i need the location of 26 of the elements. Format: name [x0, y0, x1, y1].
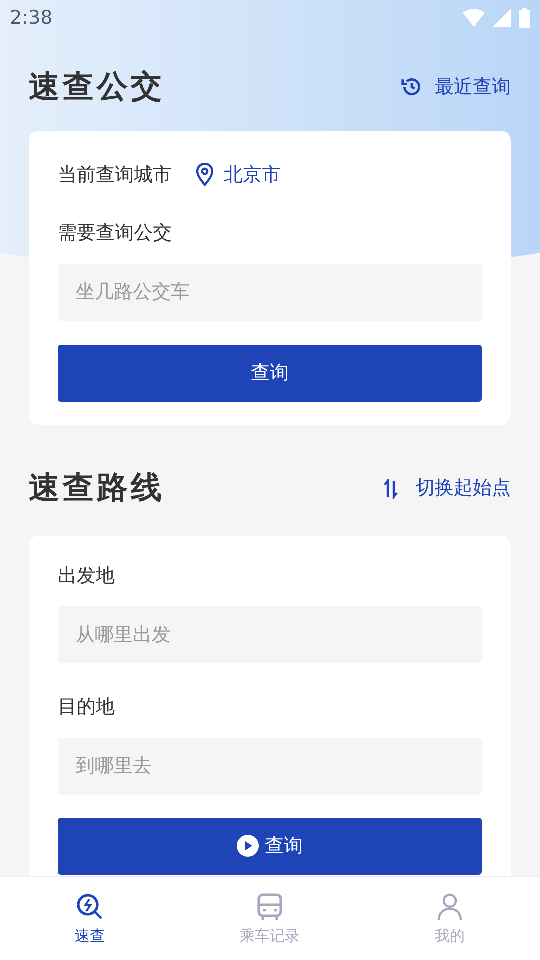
- wifi-icon: [463, 9, 485, 27]
- swap-endpoints-link[interactable]: 切换起始点: [384, 474, 511, 503]
- query-button[interactable]: 查询: [58, 344, 482, 402]
- bus-icon: [257, 893, 283, 921]
- history-icon: [401, 76, 423, 98]
- destination-input-field[interactable]: 到哪里去: [58, 738, 482, 794]
- lightning-search-icon: [76, 893, 104, 921]
- tab-bar-item[interactable]: 速查: [0, 877, 180, 960]
- origin-input-field[interactable]: 从哪里出发: [58, 606, 482, 663]
- swap-icon: [384, 478, 398, 498]
- recent-queries-link[interactable]: 最近查询: [401, 72, 511, 102]
- field-label: 目的地: [58, 695, 116, 720]
- bus-input-field[interactable]: 坐几路公交车: [58, 264, 482, 320]
- person-icon: [437, 893, 463, 921]
- query-button[interactable]: 查询: [58, 818, 482, 874]
- field-label: 需要查询公交: [58, 221, 173, 246]
- signal-icon: [493, 9, 511, 27]
- play-icon: [237, 835, 259, 857]
- battery-icon: [519, 8, 530, 28]
- city-selector[interactable]: 北京市: [196, 160, 281, 190]
- location-pin-icon: [196, 163, 214, 187]
- section-title: 速查路线: [29, 469, 165, 508]
- status-time: 2:38: [10, 6, 53, 31]
- section-title: 速查公交: [29, 68, 165, 107]
- field-label: 当前查询城市: [58, 162, 172, 188]
- field-label: 出发地: [58, 564, 116, 588]
